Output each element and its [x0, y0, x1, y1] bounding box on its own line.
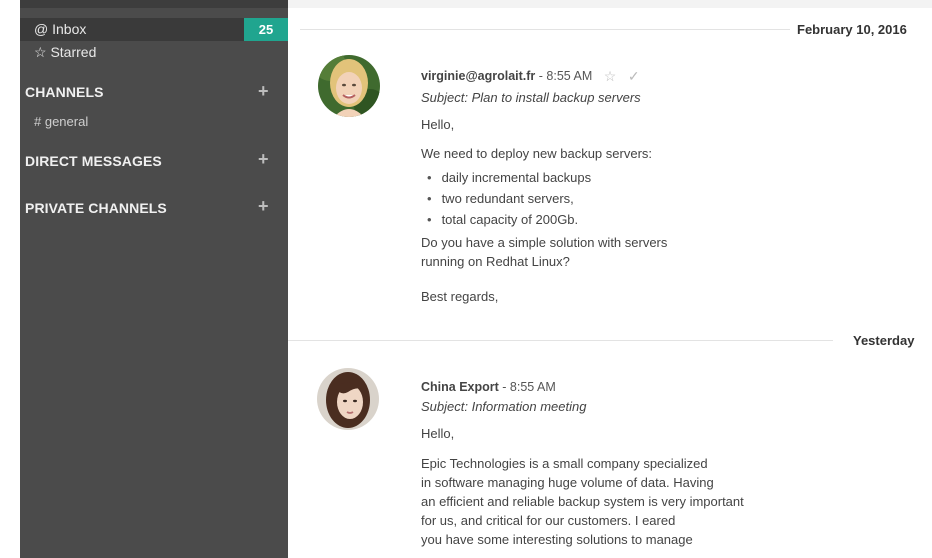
sidebar: @ Inbox 25 ☆ Starred CHANNELS + # genera…: [20, 0, 288, 558]
message-question-line: running on Redhat Linux?: [421, 254, 570, 269]
message-header: virginie@agrolait.fr - 8:55 AM ☆ ✓: [421, 68, 667, 85]
avatar: [318, 55, 380, 117]
date-divider-line: [300, 29, 790, 30]
list-item: two redundant servers,: [427, 188, 667, 209]
date-separator: Yesterday: [853, 333, 915, 348]
message-bullet-list: daily incremental backups two redundant …: [421, 167, 667, 230]
message-item: China Export - 8:55 AM Subject: Informat…: [421, 380, 744, 549]
message-body-line: you have some interesting solutions to m…: [421, 532, 693, 547]
direct-messages-header: DIRECT MESSAGES: [25, 153, 162, 169]
message-body-line: an efficient and reliable backup system …: [421, 494, 744, 509]
left-gutter: [0, 0, 20, 558]
date-separator: February 10, 2016: [797, 22, 907, 37]
add-channel-button[interactable]: +: [258, 82, 269, 100]
star-outline-icon[interactable]: ☆: [604, 68, 617, 85]
message-intro: We need to deploy new backup servers:: [421, 146, 653, 161]
message-question-line: Do you have a simple solution with serve…: [421, 235, 668, 250]
message-sender[interactable]: virginie@agrolait.fr: [421, 69, 535, 83]
sidebar-item-general[interactable]: # general: [34, 114, 88, 129]
message-item: virginie@agrolait.fr - 8:55 AM ☆ ✓ Subje…: [421, 68, 667, 306]
add-direct-message-button[interactable]: +: [258, 150, 269, 168]
message-body-line: Epic Technologies is a small company spe…: [421, 456, 708, 471]
message-greeting: Hello,: [421, 117, 455, 132]
date-divider-line: [288, 340, 833, 341]
channels-header: CHANNELS: [25, 84, 104, 100]
message-thread: February 10, 2016 virginie@agrolait.fr -…: [288, 0, 932, 558]
message-subject: Subject: Information meeting: [421, 399, 587, 414]
message-body-line: in software managing huge volume of data…: [421, 475, 714, 490]
message-time: - 8:55 AM: [502, 380, 556, 394]
message-subject: Subject: Plan to install backup servers: [421, 90, 641, 105]
thread-top-strip: [288, 0, 932, 8]
inbox-label: @ Inbox: [34, 21, 87, 37]
sidebar-item-inbox[interactable]: @ Inbox 25: [20, 18, 288, 41]
list-item: total capacity of 200Gb.: [427, 209, 667, 230]
sidebar-item-starred[interactable]: ☆ Starred: [34, 44, 96, 61]
sidebar-top-strip: [20, 0, 288, 8]
message-sender[interactable]: China Export: [421, 380, 499, 394]
check-icon[interactable]: ✓: [628, 68, 640, 85]
inbox-count-badge: 25: [244, 18, 288, 41]
message-time: - 8:55 AM: [538, 68, 593, 83]
private-channels-header: PRIVATE CHANNELS: [25, 200, 167, 216]
message-signoff: Best regards,: [421, 289, 499, 304]
add-private-channel-button[interactable]: +: [258, 197, 269, 215]
message-body-line: for us, and critical for our customers. …: [421, 513, 676, 528]
list-item: daily incremental backups: [427, 167, 667, 188]
avatar: [317, 368, 379, 430]
message-greeting: Hello,: [421, 426, 455, 441]
message-header: China Export - 8:55 AM: [421, 380, 744, 394]
